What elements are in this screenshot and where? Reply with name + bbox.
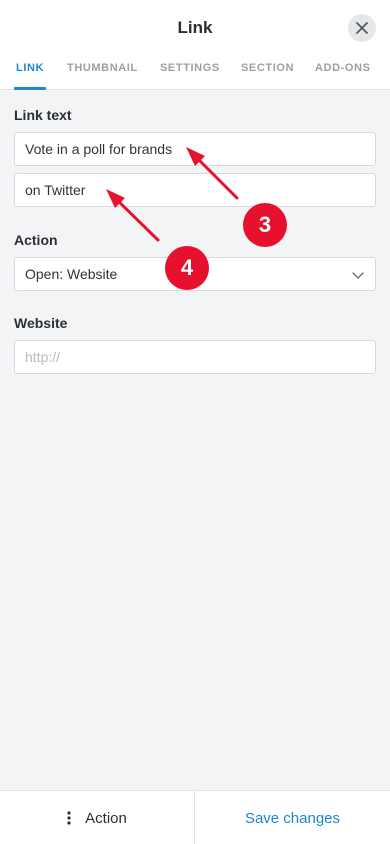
footer-bar: Action Save changes	[0, 790, 390, 844]
action-label: Action	[14, 232, 58, 248]
tab-section[interactable]: SECTION	[241, 62, 294, 74]
website-label: Website	[14, 315, 68, 331]
tab-link[interactable]: LINK	[16, 62, 44, 74]
kebab-menu-icon	[67, 811, 71, 825]
link-text-label: Link text	[14, 107, 72, 123]
panel-title: Link	[177, 18, 213, 37]
active-tab-indicator	[14, 87, 46, 90]
chevron-down-icon	[352, 272, 364, 279]
action-select-value: Open: Website	[25, 266, 118, 282]
action-menu-label: Action	[85, 809, 127, 827]
annotation-badge-4: 4	[165, 246, 209, 290]
tab-add-ons[interactable]: ADD-ONS	[315, 62, 371, 74]
website-url-input[interactable]	[14, 340, 376, 374]
annotation-arrows	[106, 147, 239, 242]
close-button[interactable]	[348, 14, 376, 42]
annotation-badge-3: 3	[243, 203, 287, 247]
panel-header: Link LINK THUMBNAIL SETTINGS SECTION ADD…	[0, 0, 390, 90]
tab-bar: LINK THUMBNAIL SETTINGS SECTION ADD-ONS	[0, 56, 390, 90]
save-changes-button[interactable]: Save changes	[195, 791, 390, 844]
close-icon	[356, 22, 368, 34]
link-text-line2-input[interactable]	[14, 173, 376, 207]
action-menu-button[interactable]: Action	[0, 791, 194, 844]
tab-thumbnail[interactable]: THUMBNAIL	[67, 62, 138, 74]
link-text-line1-input[interactable]	[14, 132, 376, 166]
tab-settings[interactable]: SETTINGS	[160, 62, 220, 74]
